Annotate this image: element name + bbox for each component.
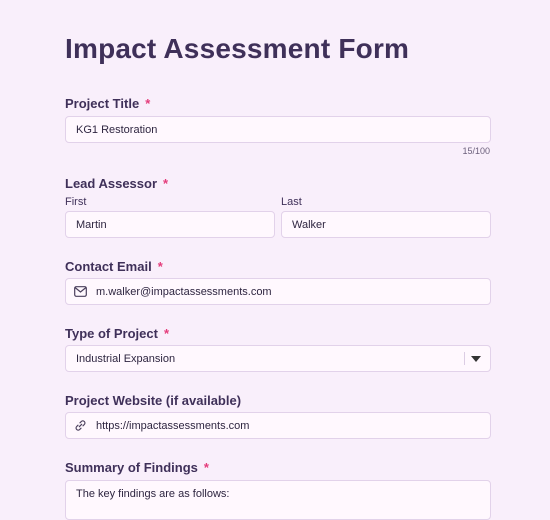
last-name-label: Last: [281, 196, 302, 208]
chevron-down-icon[interactable]: [471, 356, 481, 362]
project-title-label-text: Project Title: [65, 96, 140, 111]
contact-email-label: Contact Email *: [65, 259, 163, 274]
lead-assessor-label: Lead Assessor *: [65, 176, 168, 191]
summary-value: The key findings are as follows:: [76, 488, 230, 500]
contact-email-input[interactable]: m.walker@impactassessments.com: [65, 278, 491, 305]
project-title-label: Project Title *: [65, 96, 150, 111]
required-asterisk: *: [157, 259, 163, 274]
project-type-label: Type of Project *: [65, 326, 169, 341]
summary-label-text: Summary of Findings: [65, 460, 198, 475]
website-input[interactable]: https://impactassessments.com: [65, 412, 491, 439]
contact-email-value: m.walker@impactassessments.com: [96, 285, 272, 298]
website-label-text: Project Website (if available): [65, 393, 242, 408]
required-asterisk: *: [163, 326, 170, 341]
first-name-label: First: [65, 196, 87, 208]
project-type-label-text: Type of Project: [65, 326, 158, 341]
project-title-value: KG1 Restoration: [76, 123, 158, 136]
first-name-input[interactable]: Martin: [65, 211, 275, 238]
project-title-input[interactable]: KG1 Restoration: [65, 116, 491, 143]
summary-label: Summary of Findings *: [65, 460, 209, 475]
select-divider: [464, 352, 465, 365]
required-asterisk: *: [163, 176, 169, 191]
website-label: Project Website (if available): [65, 393, 241, 408]
lead-assessor-label-text: Lead Assessor: [65, 176, 158, 191]
link-icon: [74, 419, 88, 433]
last-name-input[interactable]: Walker: [281, 211, 491, 238]
project-type-selected: Industrial Expansion: [76, 352, 176, 365]
first-name-value: Martin: [76, 218, 107, 231]
last-name-value: Walker: [292, 218, 326, 231]
required-asterisk: *: [145, 96, 151, 111]
required-asterisk: *: [203, 460, 209, 475]
mail-icon: [74, 285, 88, 299]
form-title: Impact Assessment Form: [65, 33, 410, 64]
summary-textarea[interactable]: The key findings are as follows:: [65, 480, 491, 520]
contact-email-label-text: Contact Email: [65, 259, 152, 274]
website-value: https://impactassessments.com: [96, 419, 250, 432]
character-counter: 15/100: [462, 146, 490, 156]
project-type-select[interactable]: Industrial Expansion: [65, 345, 491, 372]
